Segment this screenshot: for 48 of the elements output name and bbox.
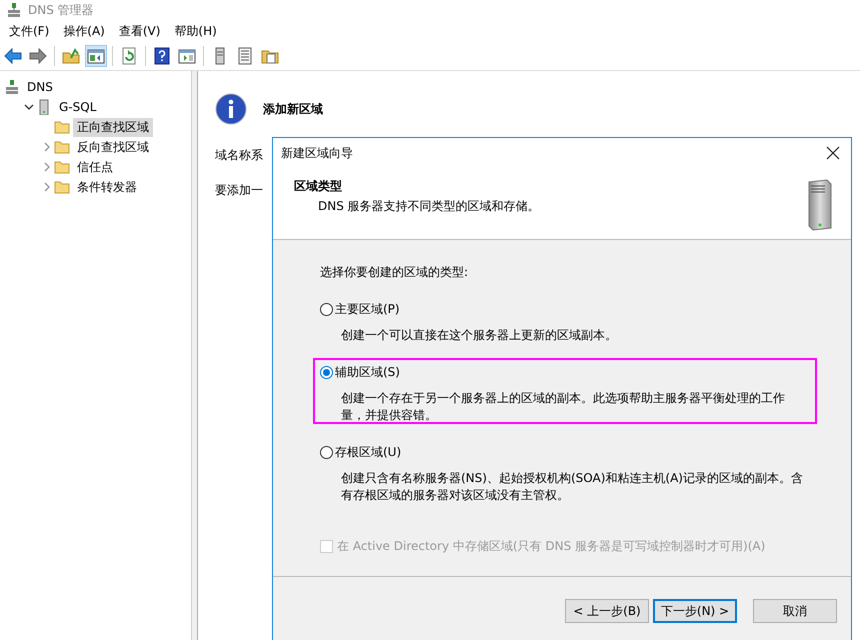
radio-label[interactable]: 主要区域(P) bbox=[335, 301, 400, 318]
tree-item[interactable]: 正向查找区域 bbox=[73, 118, 153, 136]
wizard-button[interactable]: 下一步(N) > bbox=[653, 599, 737, 623]
option-description: 创建只含有名称服务器(NS)、起始授权机构(SOA)和粘连主机(A)记录的区域的副本。含有存根区域的服务器对该区域没有主管权。 bbox=[341, 470, 803, 504]
tree-item[interactable]: 条件转发器 bbox=[73, 178, 141, 196]
toolbar-button[interactable] bbox=[27, 45, 49, 67]
option-description: 创建一个存在于另一个服务器上的区域的副本。此选项帮助主服务器平衡处理的工作量，并提供容错。 bbox=[341, 390, 786, 424]
network-icon bbox=[6, 2, 22, 18]
list-icon bbox=[236, 47, 254, 65]
prompt-text: 选择你要创建的区域的类型: bbox=[320, 264, 470, 281]
menu-item[interactable]: 文件(F) bbox=[2, 22, 56, 40]
window-title: DNS 管理器 bbox=[28, 2, 94, 18]
radio-label[interactable]: 存根区域(U) bbox=[335, 444, 402, 461]
network-icon bbox=[4, 79, 20, 95]
menu-item[interactable]: 操作(A) bbox=[56, 22, 112, 40]
forward-arrow-icon bbox=[29, 47, 47, 65]
menu-item[interactable]: 查看(V) bbox=[112, 22, 168, 40]
tree-item[interactable]: DNS bbox=[23, 79, 57, 95]
page-heading: 添加新区域 bbox=[263, 100, 323, 118]
body-text: 要添加一 bbox=[215, 182, 263, 199]
toolbar-button[interactable] bbox=[85, 45, 107, 67]
folder-icon bbox=[54, 139, 70, 155]
menu-item[interactable]: 帮助(H) bbox=[167, 22, 224, 40]
toolbar-button[interactable] bbox=[2, 45, 24, 67]
refresh-icon bbox=[120, 47, 138, 65]
action-pane-icon bbox=[178, 47, 196, 65]
wizard-button[interactable]: < 上一步(B) bbox=[565, 599, 649, 623]
back-arrow-icon bbox=[4, 47, 22, 65]
body-text: 域名称系 bbox=[215, 147, 263, 164]
radio-button[interactable] bbox=[320, 446, 333, 459]
dialog-title: 新建区域向导 bbox=[281, 144, 353, 162]
radio-button[interactable] bbox=[320, 303, 333, 316]
folder-icon bbox=[54, 119, 70, 135]
section-subtitle: DNS 服务器支持不同类型的区域和存储。 bbox=[318, 198, 540, 215]
tree-item[interactable]: 信任点 bbox=[73, 158, 117, 176]
radio-label[interactable]: 辅助区域(S) bbox=[335, 364, 400, 381]
folder-icon bbox=[54, 159, 70, 175]
folder-icon bbox=[54, 179, 70, 195]
option-description: 创建一个可以直接在这个服务器上更新的区域副本。 bbox=[341, 327, 618, 344]
folder-up-icon bbox=[62, 47, 80, 65]
wizard-button[interactable]: 取消 bbox=[753, 599, 837, 623]
section-title: 区域类型 bbox=[294, 178, 343, 195]
tree-pane-icon bbox=[87, 47, 105, 65]
info-icon bbox=[215, 93, 247, 125]
tree-item[interactable]: 反向查找区域 bbox=[73, 138, 153, 156]
help-icon bbox=[153, 47, 171, 65]
radio-button[interactable] bbox=[320, 366, 333, 379]
tree-item[interactable]: G-SQL bbox=[55, 99, 100, 115]
